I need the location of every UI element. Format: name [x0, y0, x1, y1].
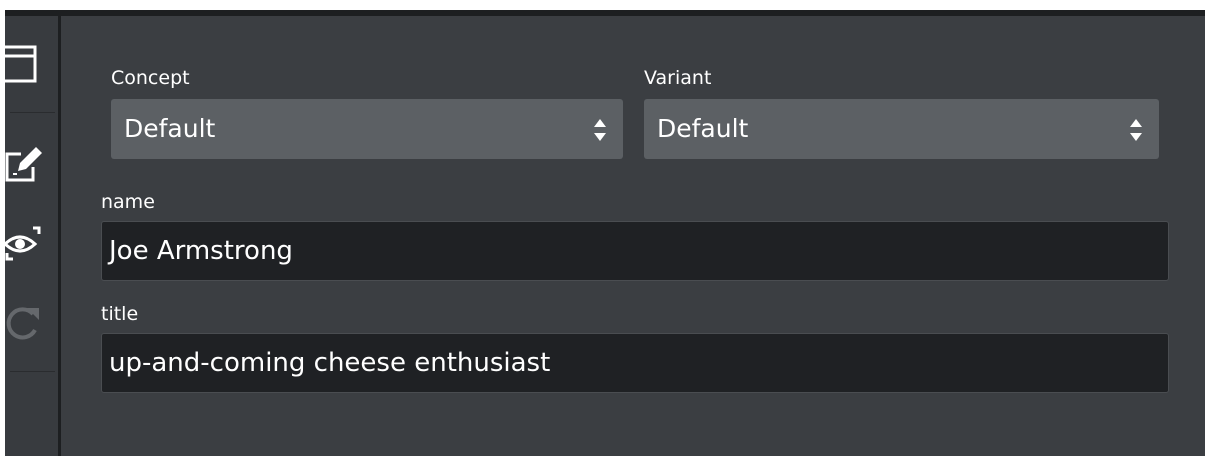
- title-label: title: [101, 303, 139, 325]
- preview-icon[interactable]: [5, 223, 45, 265]
- select-arrows-icon: [1130, 119, 1142, 141]
- concept-select-value: Default: [124, 114, 216, 143]
- sidebar-border: [58, 16, 61, 456]
- concept-label: Concept: [111, 67, 190, 89]
- sidebar-toolbar: [5, 16, 58, 456]
- edit-icon[interactable]: [5, 143, 45, 185]
- title-field[interactable]: up-and-coming cheese enthusiast: [101, 333, 1169, 393]
- sidebar-separator: [10, 371, 55, 372]
- variant-label: Variant: [644, 67, 712, 89]
- name-field[interactable]: Joe Armstrong: [101, 221, 1169, 281]
- variant-select[interactable]: Default: [644, 99, 1159, 159]
- name-field-value: Joe Armstrong: [109, 236, 293, 266]
- window-top-edge: [0, 0, 1211, 10]
- window-top-border: [0, 10, 1211, 16]
- window-right-edge: [1205, 10, 1211, 456]
- variant-select-value: Default: [657, 114, 749, 143]
- name-label: name: [101, 191, 155, 213]
- title-field-value: up-and-coming cheese enthusiast: [109, 348, 551, 378]
- select-arrows-icon: [594, 119, 606, 141]
- window-icon[interactable]: [5, 43, 39, 85]
- sidebar-separator: [10, 112, 55, 113]
- refresh-icon[interactable]: [5, 300, 45, 346]
- concept-select[interactable]: Default: [111, 99, 623, 159]
